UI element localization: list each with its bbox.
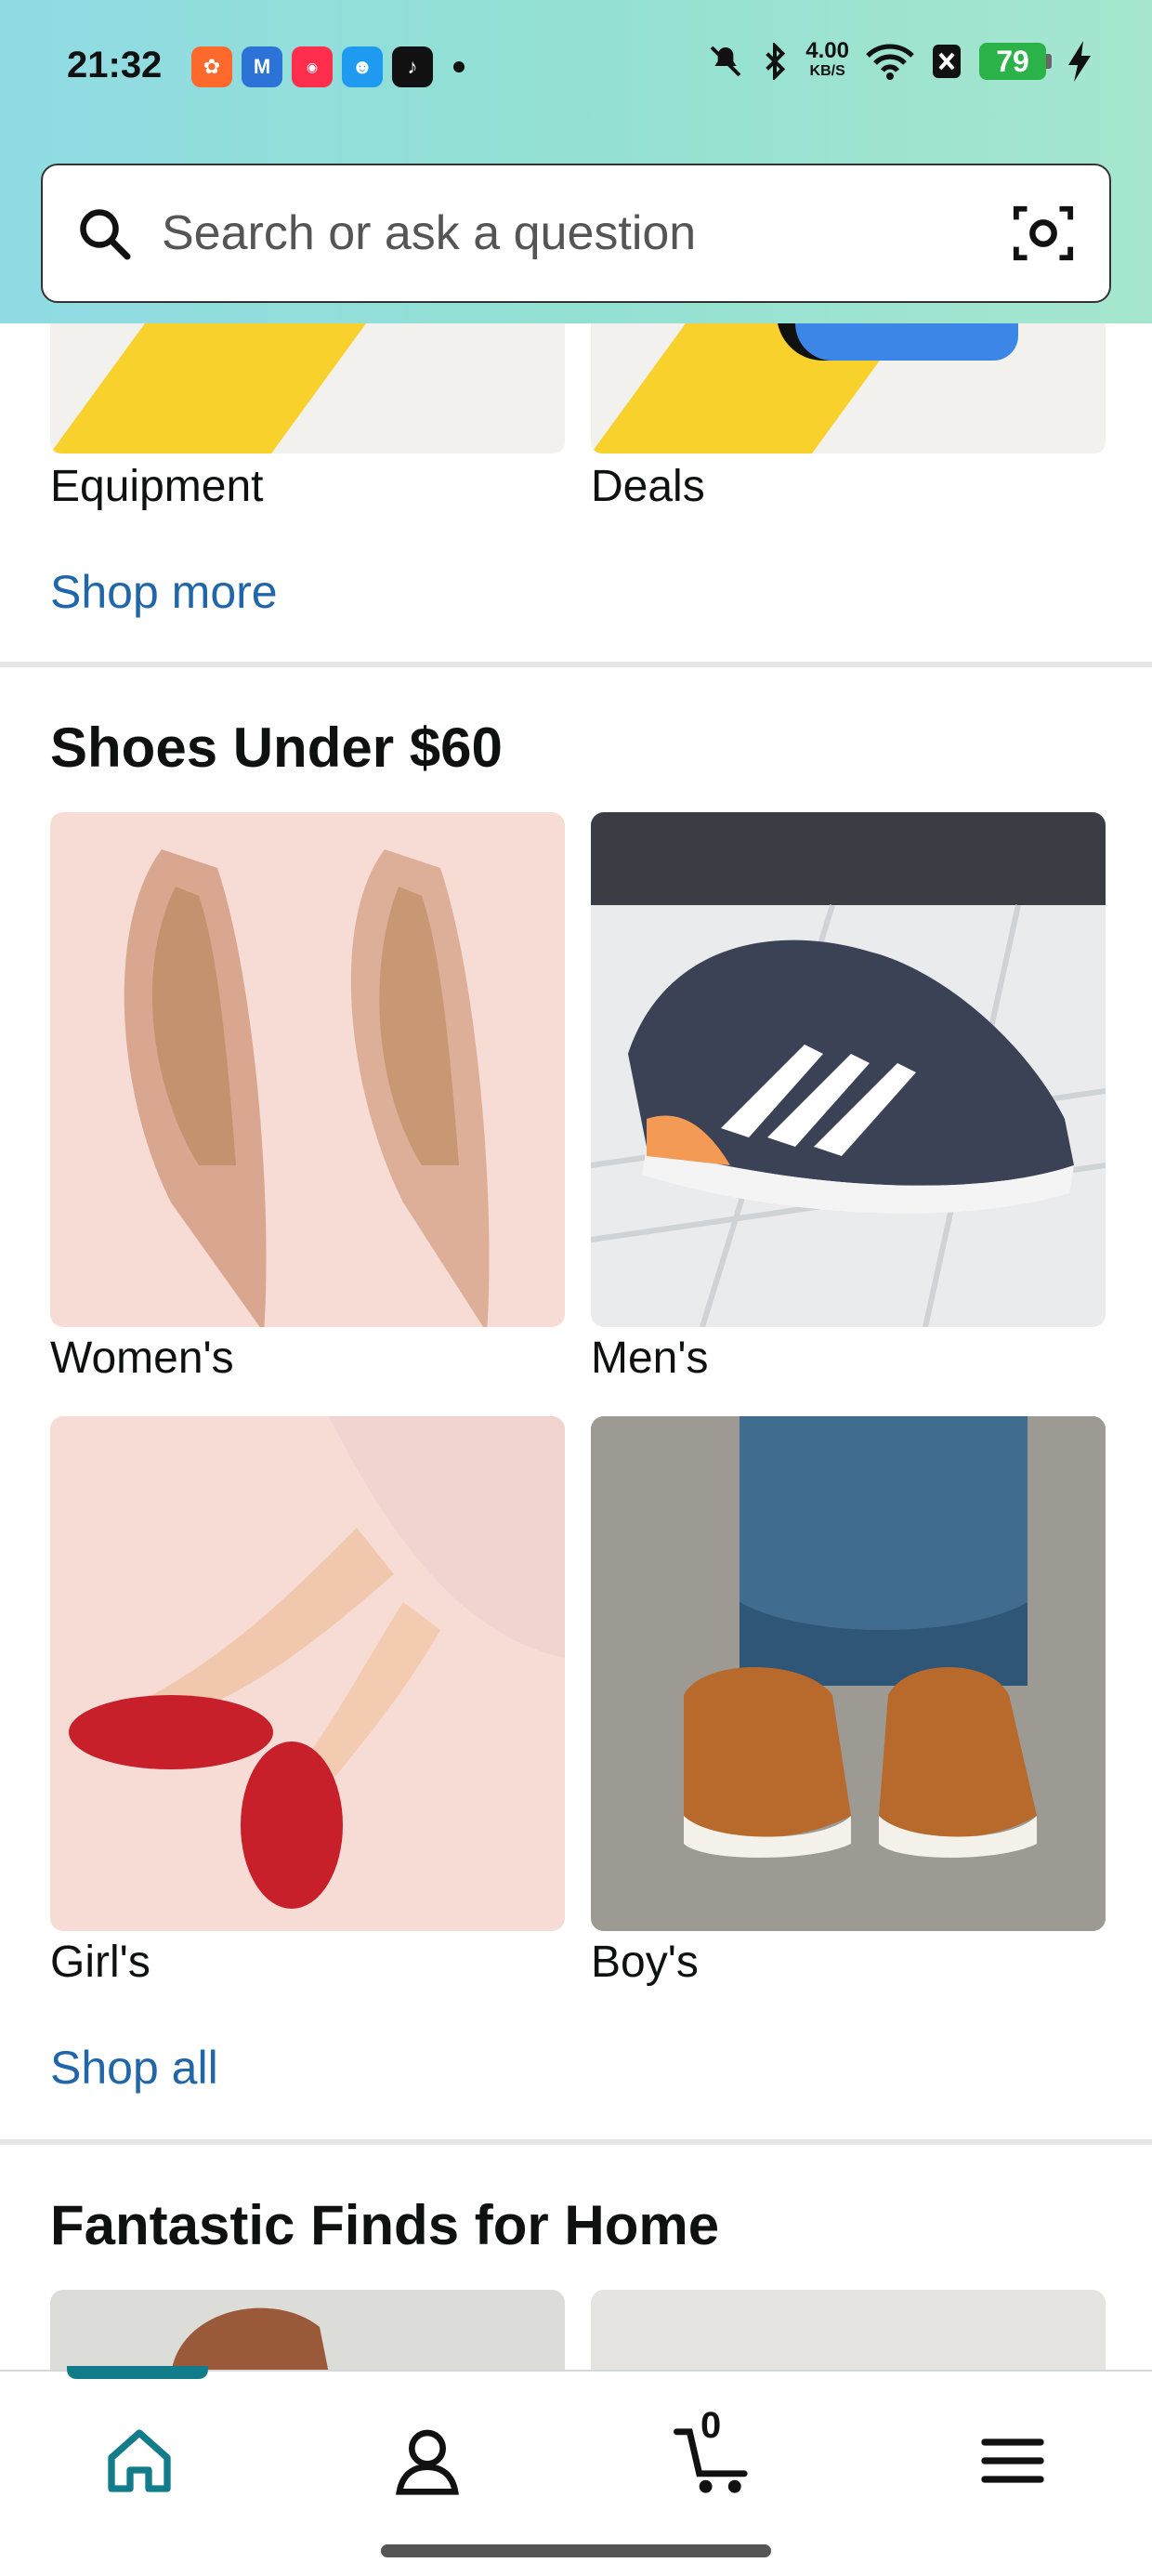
account-icon[interactable]	[390, 2424, 465, 2498]
product-graphic	[795, 323, 1018, 361]
app-notification-icon: ◉	[292, 46, 333, 87]
active-tab-indicator	[67, 2366, 208, 2379]
network-speed-unit: KB/S	[809, 63, 845, 79]
mute-icon	[710, 46, 741, 77]
product-label-boys[interactable]: Boy's	[591, 1937, 699, 1988]
sim-disabled-icon	[933, 45, 961, 78]
camera-search-icon[interactable]	[1011, 201, 1076, 266]
search-icon[interactable]	[76, 205, 132, 261]
search-bar[interactable]: Search or ask a question	[41, 164, 1111, 303]
mail-notification-icon: M	[242, 46, 282, 87]
tiktok-notification-icon: ♪	[392, 46, 433, 87]
home-icon[interactable]	[102, 2424, 177, 2498]
status-time: 21:32	[67, 45, 163, 85]
product-tile-home-1[interactable]	[50, 2290, 565, 2373]
app-notification-icon: ✿	[191, 46, 232, 87]
search-input[interactable]: Search or ask a question	[162, 205, 1011, 261]
bottom-navigation: 0	[0, 2366, 1152, 2576]
home-section-title: Fantastic Finds for Home	[50, 2194, 720, 2256]
nav-home[interactable]	[93, 2414, 186, 2507]
nav-account[interactable]	[381, 2414, 474, 2507]
category-label-equipment[interactable]: Equipment	[50, 461, 263, 512]
battery-level: 79	[979, 43, 1046, 80]
product-label-mens[interactable]: Men's	[591, 1333, 709, 1384]
gesture-home-bar[interactable]	[381, 2544, 771, 2557]
home-product-image	[171, 2307, 329, 2373]
app-header: 21:32 ✿ M ◉ ☻ ♪ 4.00 KB/S 79 Search or a…	[0, 0, 1152, 323]
product-tile-home-2[interactable]	[591, 2290, 1106, 2373]
tile-graphic	[50, 323, 366, 453]
section-divider	[0, 2139, 1152, 2145]
status-bar: 21:32 ✿ M ◉ ☻ ♪ 4.00 KB/S 79	[0, 0, 1152, 139]
product-tile-womens[interactable]	[50, 812, 565, 1327]
category-row: Equipment Deals Shop more	[0, 323, 1152, 667]
product-tile-girls[interactable]	[50, 1416, 565, 1931]
battery-tip	[1046, 54, 1052, 69]
shop-more-link[interactable]: Shop more	[50, 565, 278, 619]
mens-shoes-image	[591, 812, 1106, 1327]
section-divider	[0, 662, 1152, 667]
status-indicators: 4.00 KB/S 79	[707, 38, 1091, 82]
network-speed-value: 4.00	[805, 38, 849, 63]
wifi-icon	[866, 44, 914, 80]
bluetooth-icon	[766, 43, 786, 80]
boys-shoes-image	[591, 1416, 1106, 1931]
womens-shoes-image	[124, 849, 490, 1327]
category-label-deals[interactable]: Deals	[591, 461, 705, 512]
shop-all-link[interactable]: Shop all	[50, 2041, 218, 2095]
product-tile-boys[interactable]	[591, 1416, 1106, 1931]
charging-icon	[1068, 41, 1091, 82]
product-label-girls[interactable]: Girl's	[50, 1937, 151, 1988]
nav-cart[interactable]: 0	[669, 2405, 762, 2507]
network-speed: 4.00 KB/S	[805, 38, 849, 82]
product-label-womens[interactable]: Women's	[50, 1333, 234, 1384]
qq-notification-icon: ☻	[342, 46, 383, 87]
shoes-section-title: Shoes Under $60	[50, 716, 503, 779]
battery-indicator: 79	[979, 43, 1052, 80]
equipment-tile[interactable]	[50, 323, 565, 453]
more-notifications-icon	[453, 61, 465, 72]
product-tile-mens[interactable]	[591, 812, 1106, 1327]
deals-tile[interactable]	[591, 323, 1106, 453]
menu-icon[interactable]	[975, 2424, 1050, 2498]
notification-icons: ✿ M ◉ ☻ ♪	[191, 46, 465, 87]
girls-shoes-image	[69, 1416, 565, 1909]
nav-menu[interactable]	[966, 2414, 1059, 2507]
cart-count-badge: 0	[700, 2405, 722, 2446]
